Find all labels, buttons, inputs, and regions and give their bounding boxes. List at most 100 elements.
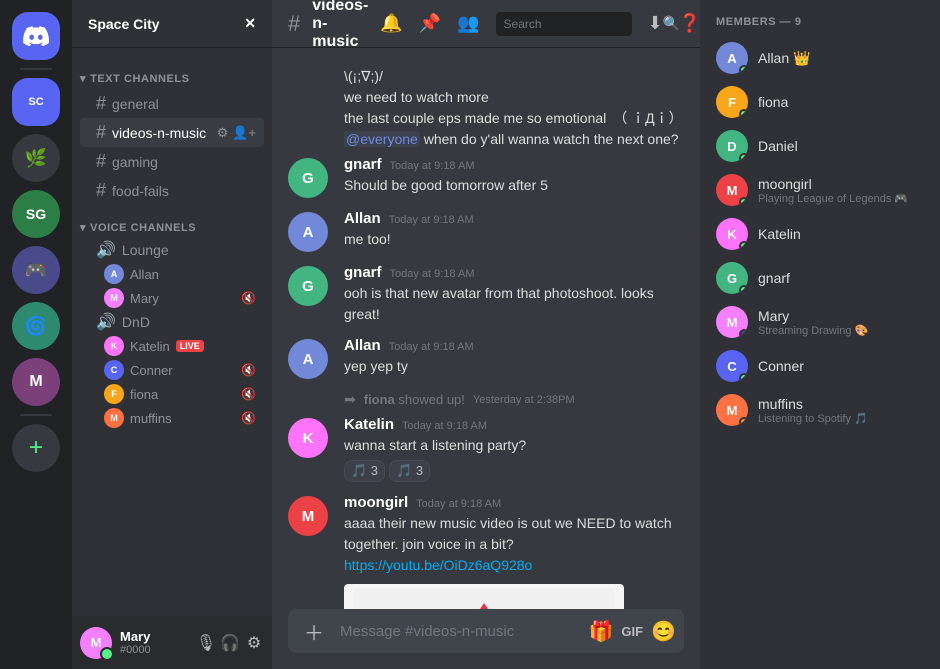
avatar-moongirl: M [288,496,328,536]
deafen-button[interactable]: 🎧 [220,633,240,653]
gift-icon[interactable]: 🎁 [589,619,614,644]
member-gnarf[interactable]: G gnarf [708,256,932,300]
mute-button[interactable]: 🎙 [196,633,216,653]
pin-icon[interactable]: 📌 [419,13,441,34]
settings-button[interactable]: ⚙ [244,633,264,653]
reaction-music-1[interactable]: 🎵 3 [344,460,385,482]
emoji-button[interactable]: 😊 [651,619,676,644]
username-katelin: Katelin [344,416,394,433]
member-info-gnarf: gnarf [758,270,924,286]
gif-button[interactable]: GIF [621,624,643,639]
category-chevron: ▾ [80,72,86,85]
members-sidebar: MEMBERS — 9 A Allan 👑 F fiona D [700,0,940,669]
avatar-member-moongirl: M [716,174,748,206]
channel-general[interactable]: # general [80,89,264,118]
server-icon-4[interactable]: 🎮 [12,246,60,294]
youtube-link[interactable]: https://youtu.be/OiDz6aQ928o [344,557,532,573]
channel-action-icons: ⚙ 👤+ [217,125,256,141]
voice-channel-lounge[interactable]: 🔊 Lounge [80,238,264,262]
server-icon-spacecity[interactable]: SC [12,78,60,126]
member-info-katelin: Katelin [758,226,924,242]
server-divider-2 [20,414,52,416]
member-mary[interactable]: M Mary Streaming Drawing 🎨 [708,300,932,344]
channel-food-fails[interactable]: # food-fails [80,176,264,205]
message-content-allan-2: Allan Today at 9:18 AM yep yep ty [344,337,684,379]
message-header-allan-2: Allan Today at 9:18 AM [344,337,684,354]
status-dot-gnarf [739,285,748,294]
avatar-member-gnarf: G [716,262,748,294]
server-icon-3[interactable]: SG [12,190,60,238]
server-icon-5[interactable]: 🌀 [12,302,60,350]
reaction-music-2[interactable]: 🎵 3 [389,460,430,482]
hash-icon: # [96,93,106,114]
message-continuation: \(¡;∇;)/ we need to watch more the last … [272,64,700,152]
download-icon[interactable]: ⬇ [648,13,663,34]
add-server-button[interactable]: + [12,424,60,472]
member-muffins[interactable]: M muffins Listening to Spotify 🎵 [708,388,932,432]
avatar-member-allan: A [716,42,748,74]
notifications-icon[interactable]: 🔔 [380,13,402,34]
member-allan[interactable]: A Allan 👑 [708,36,932,80]
voice-user-katelin[interactable]: K Katelin LIVE [96,334,264,358]
server-header[interactable]: Space City ✕ [72,0,272,48]
voice-user-fiona[interactable]: F fiona 🔇 [96,382,264,406]
member-name-muffins: muffins [758,396,924,412]
system-text: fiona showed up! [364,392,465,407]
chat-input-area: ＋ 🎁 GIF 😊 [272,609,700,669]
add-member-icon[interactable]: 👤+ [232,125,256,141]
user-panel-actions: 🎙 🎧 ⚙ [196,633,264,653]
system-message-fiona: ➡ fiona showed up! Yesterday at 2:38PM [272,387,700,412]
message-input[interactable] [332,613,589,650]
username-allan: Allan [344,210,381,227]
message-group-moongirl: M moongirl Today at 9:18 AM aaaa their n… [272,490,700,609]
voice-channels-category[interactable]: ▾ VOICE CHANNELS [72,205,272,238]
member-conner[interactable]: C Conner [708,344,932,388]
server-icon-2[interactable]: 🌿 [12,134,60,182]
username-allan-2: Allan [344,337,381,354]
member-name-conner: Conner [758,358,924,374]
system-icon: ➡ [344,391,356,408]
voice-user-mary[interactable]: M Mary 🔇 [96,286,264,310]
server-divider [20,68,52,70]
server-sidebar: SC 🌿 SG 🎮 🌀 M + [0,0,72,669]
member-status-mary: Streaming Drawing 🎨 [758,324,924,337]
server-icon-6[interactable]: M [12,358,60,406]
voice-channel-dnd[interactable]: 🔊 DnD [80,310,264,334]
video-embed[interactable]: BEAK ▶ [344,584,624,609]
member-info-allan: Allan 👑 [758,50,924,67]
voice-user-muffins[interactable]: M muffins 🔇 [96,406,264,430]
message-group-allan-2: A Allan Today at 9:18 AM yep yep ty [272,333,700,383]
avatar-allan: A [288,212,328,252]
help-icon[interactable]: ❓ [679,13,701,34]
dnd-users: K Katelin LIVE C Conner 🔇 F fiona 🔇 M mu… [72,334,272,430]
channel-sidebar: Space City ✕ ▾ TEXT CHANNELS # general #… [72,0,272,669]
timestamp-katelin: Today at 9:18 AM [402,420,487,432]
discord-home-icon[interactable] [12,12,60,60]
message-group-katelin: K Katelin Today at 9:18 AM wanna start a… [272,412,700,486]
member-moongirl[interactable]: M moongirl Playing League of Legends 🎮 [708,168,932,212]
text-channels-category[interactable]: ▾ TEXT CHANNELS [72,56,272,89]
status-dot-daniel [739,153,748,162]
member-fiona[interactable]: F fiona [708,80,932,124]
channel-gaming[interactable]: # gaming [80,147,264,176]
search-input[interactable] [504,17,659,31]
message-header-katelin: Katelin Today at 9:18 AM [344,416,684,433]
message-content-gnarf-2: gnarf Today at 9:18 AM ooh is that new a… [344,264,684,325]
video-thumbnail: BEAK ▶ [344,584,624,609]
add-attachment-button[interactable]: ＋ [296,617,332,646]
search-bar[interactable]: 🔍 [496,12,632,36]
message-group-allan-1: A Allan Today at 9:18 AM me too! [272,206,700,256]
message-text-moongirl: aaaa their new music video is out we NEE… [344,513,684,576]
voice-user-allan[interactable]: A Allan [96,262,264,286]
member-info-moongirl: moongirl Playing League of Legends 🎮 [758,176,924,205]
reactions: 🎵 3 🎵 3 [344,460,684,482]
member-daniel[interactable]: D Daniel [708,124,932,168]
members-toggle-icon[interactable]: 👥 [457,13,479,34]
voice-user-conner[interactable]: C Conner 🔇 [96,358,264,382]
hash-icon: # [96,151,106,172]
channel-videos-n-music[interactable]: # videos-n-music ⚙ 👤+ [80,118,264,147]
hash-icon: # [96,122,106,143]
username-gnarf-2: gnarf [344,264,382,281]
member-katelin[interactable]: K Katelin [708,212,932,256]
settings-icon[interactable]: ⚙ [217,125,229,141]
